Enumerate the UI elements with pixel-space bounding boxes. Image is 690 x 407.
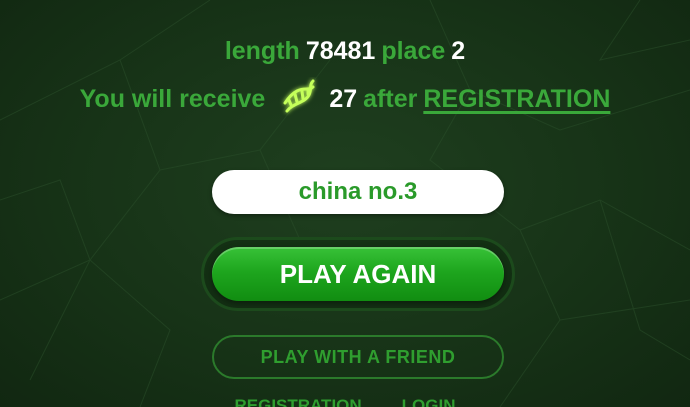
reward-row: You will receive 27 after REGISTRATION <box>0 79 690 117</box>
bottom-login-link[interactable]: LOGIN <box>402 396 456 407</box>
reward-after: after <box>363 85 418 113</box>
place-label: place <box>381 37 446 65</box>
place-value: 2 <box>451 37 466 65</box>
length-label: length <box>224 37 300 65</box>
nickname-input[interactable] <box>212 170 504 214</box>
reward-prefix: You will receive <box>79 85 266 113</box>
dna-icon <box>279 77 319 117</box>
play-with-friend-button[interactable]: PLAY WITH A FRIEND <box>212 335 504 379</box>
play-again-button[interactable]: PLAY AGAIN <box>212 247 504 301</box>
stats-row: length 78481 place 2 <box>0 35 690 67</box>
bottom-registration-link[interactable]: REGISTRATION <box>234 396 361 407</box>
bottom-links: REGISTRATION LOGIN <box>0 396 690 407</box>
registration-link[interactable]: REGISTRATION <box>423 85 610 113</box>
reward-amount: 27 <box>329 85 358 113</box>
length-value: 78481 <box>305 37 376 65</box>
